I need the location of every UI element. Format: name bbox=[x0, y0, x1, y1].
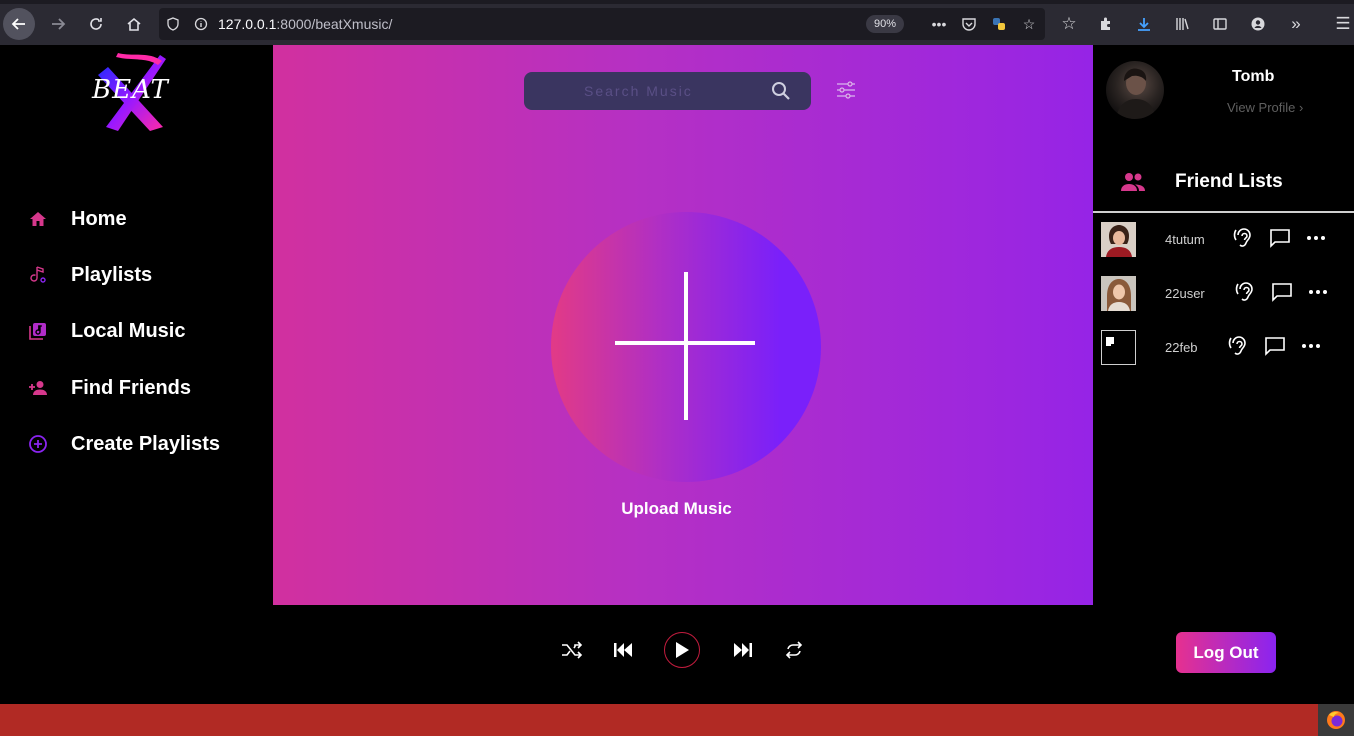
nav-item-home[interactable]: Home bbox=[28, 203, 127, 235]
pocket-icon[interactable] bbox=[959, 14, 979, 34]
nav-item-local-music[interactable]: Local Music bbox=[28, 315, 185, 347]
nav-label-local-music: Local Music bbox=[71, 319, 186, 342]
search-icon[interactable] bbox=[771, 81, 791, 101]
bottom-bar bbox=[0, 704, 1318, 736]
avatar[interactable] bbox=[1106, 61, 1164, 119]
shuffle-icon[interactable] bbox=[560, 638, 584, 662]
main-panel: Upload Music bbox=[273, 45, 1093, 605]
friend-list-divider bbox=[1093, 211, 1354, 213]
play-button[interactable] bbox=[664, 632, 700, 668]
upload-music-label: Upload Music bbox=[621, 499, 732, 518]
nav-item-playlists[interactable]: Playlists bbox=[28, 259, 152, 291]
nav-label-playlists: Playlists bbox=[71, 263, 153, 286]
overflow-chevron-icon[interactable]: » bbox=[1280, 8, 1312, 40]
friend-avatar[interactable] bbox=[1101, 330, 1136, 365]
nav-item-create-playlists[interactable]: Create Playlists bbox=[28, 428, 220, 460]
firefox-icon[interactable] bbox=[1318, 704, 1354, 736]
hearing-icon[interactable] bbox=[1228, 335, 1250, 357]
info-icon[interactable] bbox=[191, 14, 211, 34]
logout-button[interactable]: Log Out bbox=[1176, 632, 1276, 673]
friend-name: 4tutum bbox=[1165, 232, 1205, 247]
message-icon[interactable] bbox=[1271, 281, 1293, 303]
friends-group-icon bbox=[1121, 171, 1145, 193]
menu-hamburger-icon[interactable]: ☰ bbox=[1327, 8, 1354, 40]
shield-icon[interactable] bbox=[163, 14, 183, 34]
message-icon[interactable] bbox=[1264, 335, 1286, 357]
hearing-icon[interactable] bbox=[1235, 281, 1257, 303]
friend-name: 22feb bbox=[1165, 340, 1198, 355]
sidebar-toggle-icon[interactable] bbox=[1204, 8, 1236, 40]
url-path: :8000/beatXmusic/ bbox=[276, 16, 393, 32]
message-icon[interactable] bbox=[1269, 227, 1291, 249]
back-button[interactable] bbox=[3, 8, 35, 40]
zoom-indicator[interactable]: 90% bbox=[866, 15, 905, 33]
friend-lists-title: Friend Lists bbox=[1175, 171, 1283, 192]
nav-label-find-friends: Find Friends bbox=[71, 376, 191, 399]
reload-button[interactable] bbox=[80, 8, 112, 40]
account-icon[interactable] bbox=[1242, 8, 1274, 40]
friend-row[interactable]: 4tutum bbox=[1093, 222, 1354, 258]
home-browser-button[interactable] bbox=[118, 8, 150, 40]
friend-avatar[interactable] bbox=[1101, 222, 1136, 257]
more-actions-icon[interactable]: ••• bbox=[929, 14, 949, 34]
logo-text: BEAT bbox=[92, 75, 169, 105]
person-add-icon bbox=[28, 378, 48, 398]
repeat-icon[interactable] bbox=[782, 638, 806, 662]
bookmark-star-icon[interactable]: ☆ bbox=[1019, 14, 1039, 34]
next-track-icon[interactable] bbox=[731, 638, 755, 662]
python-extension-icon[interactable] bbox=[989, 14, 1009, 34]
forward-button[interactable] bbox=[42, 8, 74, 40]
library-music-icon bbox=[28, 321, 48, 341]
more-options-icon[interactable] bbox=[1305, 227, 1327, 249]
beatx-logo[interactable]: BEAT bbox=[88, 47, 183, 135]
plus-icon-vertical bbox=[684, 272, 688, 420]
friend-name: 22user bbox=[1165, 286, 1205, 301]
add-circle-icon bbox=[28, 434, 48, 454]
previous-track-icon[interactable] bbox=[611, 638, 635, 662]
url-host: 127.0.0.1 bbox=[218, 16, 277, 32]
nav-label-create-playlists: Create Playlists bbox=[71, 432, 220, 455]
friend-avatar[interactable] bbox=[1101, 276, 1136, 311]
url-bar[interactable]: 127.0.0.1:8000/beatXmusic/ 90% ••• ☆ bbox=[159, 8, 1045, 40]
upload-music-button[interactable] bbox=[551, 212, 821, 482]
search-input[interactable] bbox=[524, 72, 764, 110]
more-options-icon[interactable] bbox=[1300, 335, 1322, 357]
profile-username: Tomb bbox=[1232, 68, 1275, 85]
nav-item-find-friends[interactable]: Find Friends bbox=[28, 372, 191, 404]
bookmarks-star-icon[interactable]: ☆ bbox=[1053, 8, 1085, 40]
friend-row[interactable]: 22user bbox=[1093, 276, 1354, 312]
search-box bbox=[524, 72, 811, 110]
hearing-icon[interactable] bbox=[1233, 227, 1255, 249]
url-text[interactable]: 127.0.0.1:8000/beatXmusic/ bbox=[218, 16, 392, 32]
friend-row[interactable]: 22feb bbox=[1093, 330, 1354, 366]
play-icon bbox=[676, 642, 689, 658]
view-profile-link[interactable]: View Profile › bbox=[1227, 100, 1303, 115]
downloads-icon[interactable] bbox=[1128, 8, 1160, 40]
library-icon[interactable] bbox=[1166, 8, 1198, 40]
playlist-music-icon bbox=[28, 265, 48, 285]
home-icon bbox=[28, 209, 48, 229]
extensions-icon[interactable] bbox=[1090, 8, 1122, 40]
filter-sliders-icon[interactable] bbox=[835, 79, 857, 101]
browser-toolbar: 127.0.0.1:8000/beatXmusic/ 90% ••• ☆ ☆ »… bbox=[0, 0, 1354, 45]
more-options-icon[interactable] bbox=[1307, 281, 1329, 303]
nav-label-home: Home bbox=[71, 207, 127, 230]
